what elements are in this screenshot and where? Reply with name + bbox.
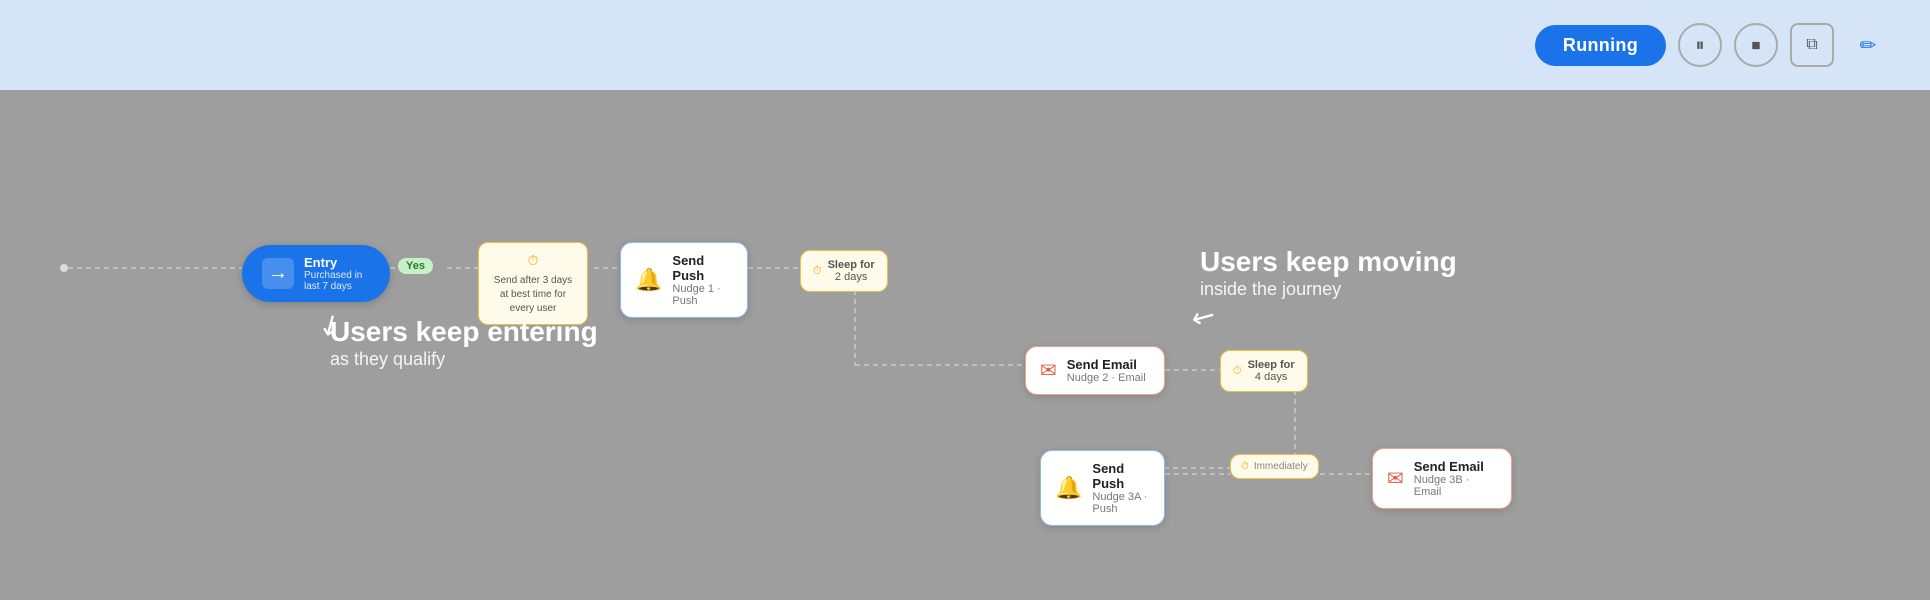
edit-button[interactable]: ✏ — [1846, 23, 1890, 67]
sleep-2-line1: Sleep for — [1248, 359, 1295, 371]
moving-subtext: inside the journey — [1200, 279, 1457, 300]
entry-title: Entry — [304, 255, 370, 270]
sleep-2-node[interactable]: ⏱ Sleep for 4 days — [1220, 350, 1308, 392]
email-icon-2: ✉ — [1040, 358, 1057, 383]
send-email-2-subtitle: Nudge 2 · Email — [1067, 372, 1146, 384]
send-push-1-subtitle: Nudge 1 · Push — [672, 283, 733, 307]
sleep-1-line2: 2 days — [828, 271, 875, 283]
moving-heading: Users keep moving — [1200, 245, 1457, 279]
send-email-3b-node[interactable]: ✉ Send Email Nudge 3B · Email — [1372, 448, 1512, 509]
moving-annotation: Users keep moving inside the journey — [1200, 245, 1457, 300]
stop-button[interactable]: ⏹ — [1734, 23, 1778, 67]
send-email-2-title: Send Email — [1067, 357, 1146, 372]
push-icon-1: 🔔 — [635, 267, 662, 293]
canvas: → Entry Purchased in last 7 days Yes ⏱ S… — [0, 90, 1930, 600]
send-push-3a-title: Send Push — [1092, 461, 1150, 491]
sleep-1-node[interactable]: ⏱ Sleep for 2 days — [800, 250, 888, 292]
stop-icon: ⏹ — [1752, 35, 1761, 56]
entering-annotation: Users keep entering as they qualify — [330, 315, 598, 370]
condition-node[interactable]: ⏱ Send after 3 days at best time for eve… — [478, 242, 588, 325]
pause-button[interactable]: ⏸ — [1678, 23, 1722, 67]
moving-arrow: ↙ — [1185, 296, 1222, 336]
header: Running ⏸ ⏹ ⧉ ✏ — [0, 0, 1930, 90]
send-push-3a-subtitle: Nudge 3A · Push — [1092, 491, 1150, 515]
pause-icon: ⏸ — [1696, 35, 1705, 56]
entering-subtext: as they qualify — [330, 349, 598, 370]
entry-node[interactable]: → Entry Purchased in last 7 days — [242, 245, 390, 302]
copy-button[interactable]: ⧉ — [1790, 23, 1834, 67]
send-push-3a-node[interactable]: 🔔 Send Push Nudge 3A · Push — [1040, 450, 1165, 526]
entering-heading: Users keep entering — [330, 315, 598, 349]
running-button[interactable]: Running — [1535, 25, 1666, 66]
condition-line2: at best time for — [491, 288, 575, 302]
entry-subtitle: Purchased in last 7 days — [304, 270, 370, 292]
entry-icon: → — [262, 258, 294, 289]
send-push-1-title: Send Push — [672, 253, 733, 283]
condition-line1: Send after 3 days — [491, 274, 575, 288]
connector-lines — [0, 90, 1930, 600]
sleep-2-icon: ⏱ — [1233, 365, 1242, 378]
sleep-2-line2: 4 days — [1248, 371, 1295, 383]
email-icon-3b: ✉ — [1387, 466, 1404, 491]
start-dot — [60, 264, 68, 272]
push-icon-3a: 🔔 — [1055, 475, 1082, 501]
yes-badge: Yes — [398, 258, 433, 274]
send-email-3b-title: Send Email — [1414, 459, 1497, 474]
edit-icon: ✏ — [1860, 33, 1877, 58]
copy-icon: ⧉ — [1806, 36, 1817, 54]
condition-icon: ⏱ — [491, 251, 575, 271]
immediately-node[interactable]: ⏱ Immediately — [1230, 454, 1319, 479]
sleep-1-icon: ⏱ — [813, 265, 822, 278]
condition-line3: every user — [491, 302, 575, 316]
sleep-1-line1: Sleep for — [828, 259, 875, 271]
send-push-1-node[interactable]: 🔔 Send Push Nudge 1 · Push — [620, 242, 748, 318]
send-email-2-node[interactable]: ✉ Send Email Nudge 2 · Email — [1025, 346, 1165, 395]
send-email-3b-subtitle: Nudge 3B · Email — [1414, 474, 1497, 498]
immediately-label: Immediately — [1254, 461, 1308, 472]
immediately-icon: ⏱ — [1241, 461, 1249, 472]
